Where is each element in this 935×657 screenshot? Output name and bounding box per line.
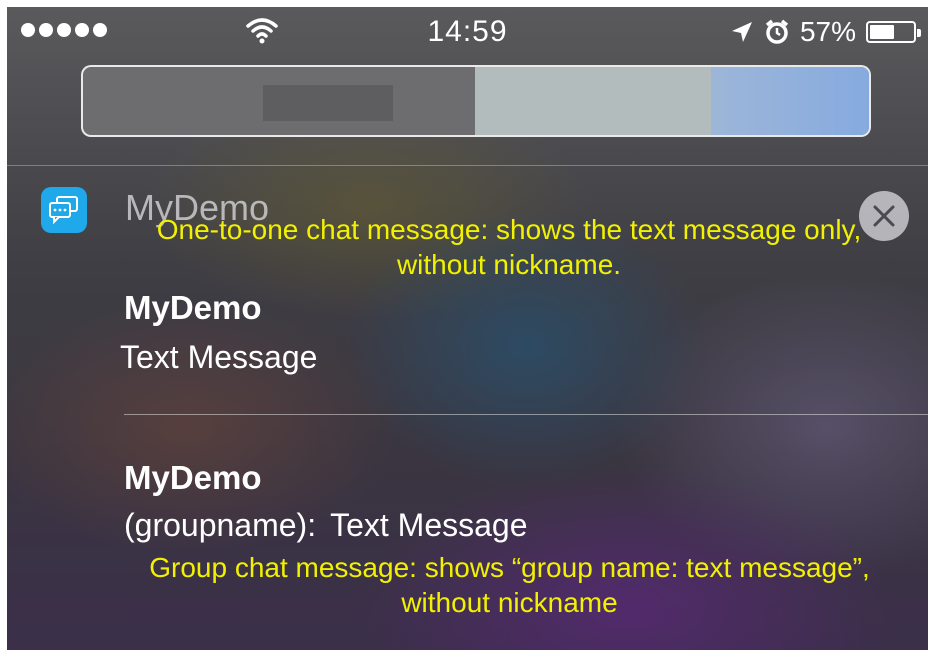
message-body: Text Message: [120, 339, 318, 375]
chat-bubble-icon: [41, 187, 87, 233]
blurred-search-bar[interactable]: [81, 65, 871, 137]
status-bar: 14:59 57%: [7, 7, 928, 59]
divider: [7, 165, 928, 166]
alarm-clock-icon: [765, 19, 789, 44]
group-message-body: (groupname): Text Message: [124, 507, 528, 544]
battery-icon: [866, 21, 921, 43]
annotation-group: Group chat message: shows “group name: t…: [149, 552, 870, 618]
lock-screen: 14:59 57% MyDemo One-to-one chat message…: [7, 7, 928, 650]
message-title: MyDemo: [124, 289, 262, 326]
group-name-prefix: (groupname):: [124, 507, 317, 543]
location-arrow-icon: [731, 22, 752, 42]
battery-percent: 57%: [799, 16, 856, 47]
message-title: MyDemo: [124, 459, 262, 496]
message-body: Text Message: [330, 507, 528, 543]
annotation-one-to-one: One-to-one chat message: shows the text …: [156, 214, 862, 280]
status-right-group: 57%: [730, 16, 921, 48]
notification-divider: [124, 414, 928, 415]
